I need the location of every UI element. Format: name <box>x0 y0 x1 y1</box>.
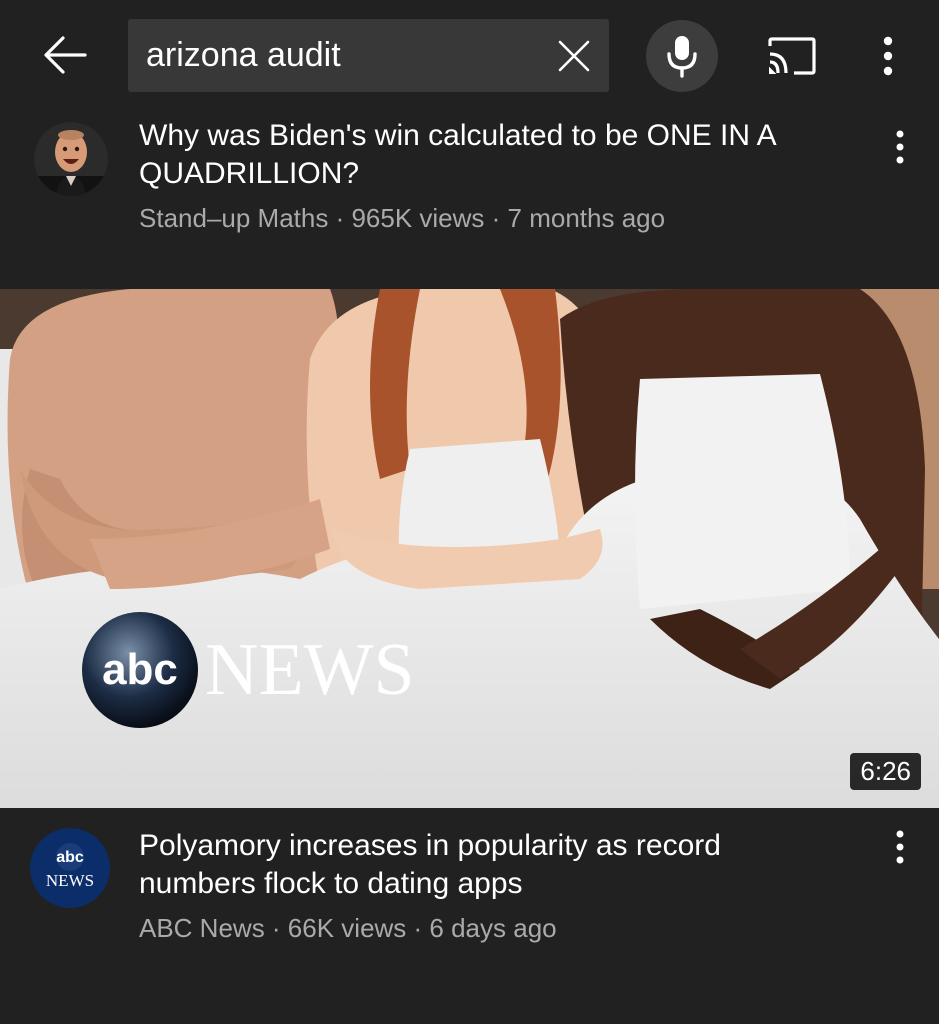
video-duration: 6:26 <box>850 753 921 790</box>
mic-icon <box>667 36 697 78</box>
more-options-button[interactable] <box>866 30 910 82</box>
voice-search-button[interactable] <box>646 20 718 92</box>
video-title[interactable]: Polyamory increases in popularity as rec… <box>139 827 839 903</box>
thumbnail-image: abc NEWS <box>0 289 939 808</box>
more-vert-icon <box>883 36 893 76</box>
more-vert-icon <box>896 130 904 164</box>
video-result-1: Why was Biden's win calculated to be ONE… <box>0 110 939 270</box>
video-meta: Stand–up Maths · 965K views · 7 months a… <box>139 203 666 233</box>
video-more-button[interactable] <box>880 822 920 872</box>
video-more-button[interactable] <box>880 122 920 172</box>
top-app-bar <box>0 0 939 110</box>
arrow-left-icon <box>44 36 87 74</box>
avatar-text: NEWS <box>46 871 94 890</box>
channel-avatar[interactable] <box>34 122 108 196</box>
thumbnail-logo-badge: abc <box>102 645 178 694</box>
channel-avatar[interactable]: abc NEWS <box>30 828 110 908</box>
cast-button[interactable] <box>762 31 822 81</box>
search-input[interactable] <box>146 19 546 92</box>
avatar-badge: abc <box>56 849 84 866</box>
video-result-2: abc NEWS Polyamory increases in populari… <box>0 808 939 1024</box>
cast-icon <box>768 37 816 75</box>
video-title[interactable]: Why was Biden's win calculated to be ONE… <box>139 117 839 193</box>
video-thumbnail[interactable]: abc NEWS 6:26 <box>0 289 939 808</box>
back-button[interactable] <box>28 22 102 88</box>
search-field[interactable] <box>128 19 609 92</box>
avatar-image <box>34 122 108 196</box>
avatar-image: abc NEWS <box>30 828 110 908</box>
close-icon <box>558 40 590 72</box>
video-meta: ABC News · 66K views · 6 days ago <box>139 913 557 943</box>
more-vert-icon <box>896 830 904 864</box>
thumbnail-logo-text: NEWS <box>205 629 415 711</box>
clear-search-button[interactable] <box>555 37 593 75</box>
